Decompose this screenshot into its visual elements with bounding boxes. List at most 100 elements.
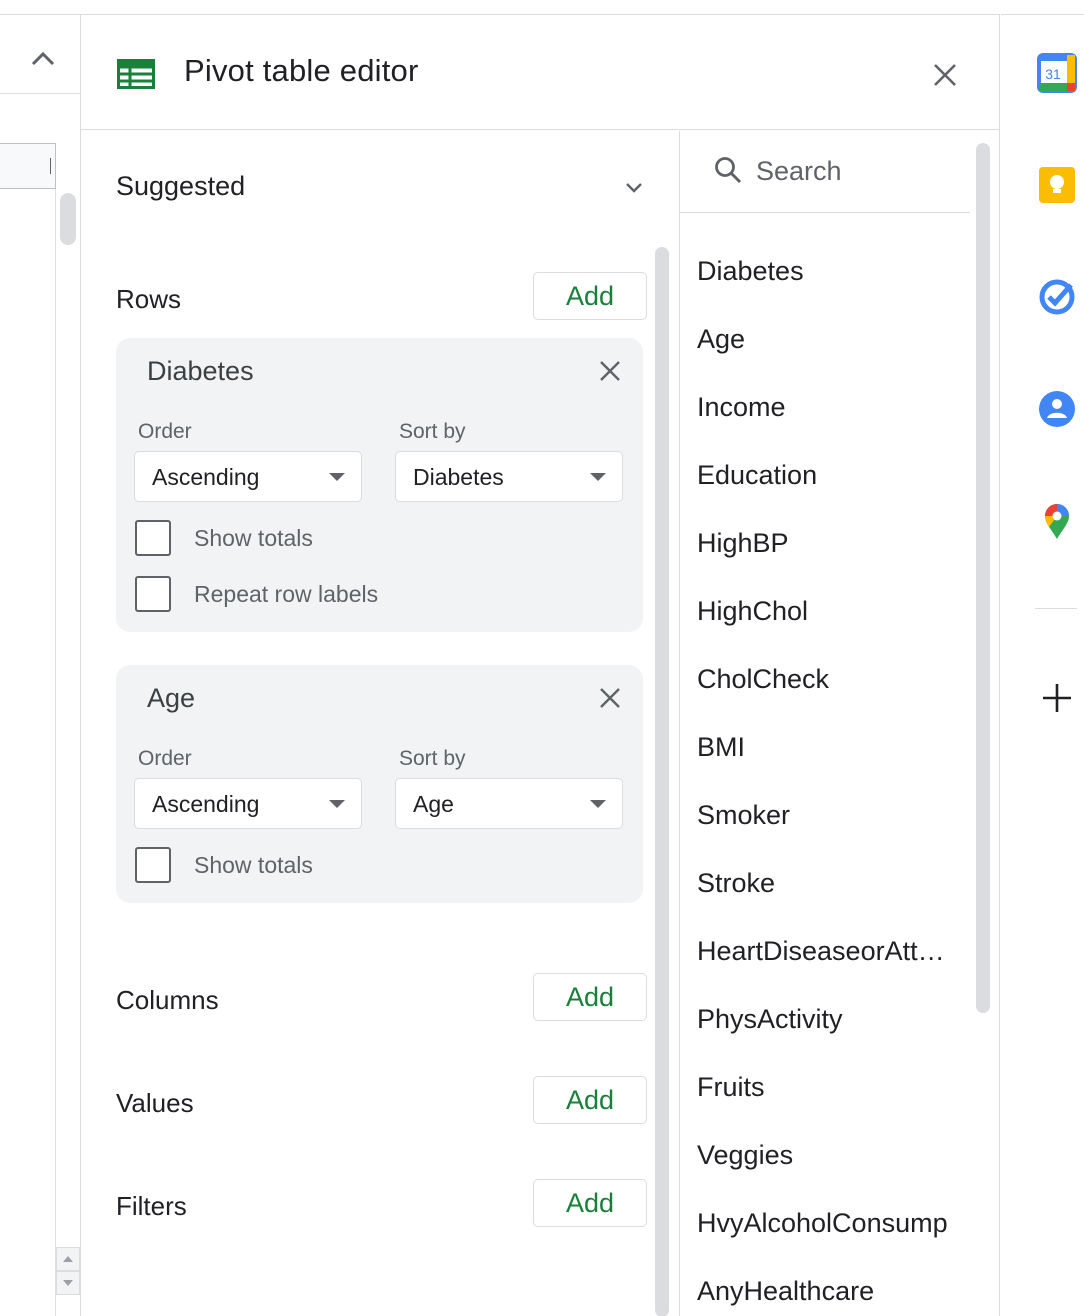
repeat-row-labels-checkbox[interactable] <box>135 576 171 612</box>
row-field-title: Diabetes <box>147 356 254 386</box>
order-select[interactable]: Ascending <box>134 778 362 829</box>
show-totals-checkbox[interactable] <box>135 847 171 883</box>
config-scrollbar[interactable] <box>655 247 669 1316</box>
field-item[interactable]: BMI <box>697 717 959 777</box>
field-item[interactable]: Smoker <box>697 785 959 845</box>
show-totals-label: Show totals <box>194 852 313 878</box>
field-item[interactable]: PhysActivity <box>697 989 959 1049</box>
field-item[interactable]: CholCheck <box>697 649 959 709</box>
sheets-table-icon <box>117 59 155 89</box>
field-item[interactable]: AnyHealthcare <box>697 1261 959 1316</box>
close-editor-button[interactable] <box>929 59 961 91</box>
sortby-select[interactable]: Diabetes <box>395 451 623 502</box>
column-header[interactable] <box>0 143 56 189</box>
rows-section: Rows Add <box>116 272 647 322</box>
order-value: Ascending <box>152 464 260 490</box>
show-totals-label: Show totals <box>194 525 313 551</box>
repeat-row-labels-label: Repeat row labels <box>194 581 379 607</box>
rows-label: Rows <box>116 284 182 314</box>
row-field-card-age: Age Order Sort by Ascending Age Show tot… <box>116 665 643 903</box>
arrow-down-icon <box>63 1280 73 1286</box>
sortby-select[interactable]: Age <box>395 778 623 829</box>
show-totals-checkbox[interactable] <box>135 520 171 556</box>
show-totals-option[interactable]: Show totals <box>135 520 615 558</box>
repeat-row-labels-option[interactable]: Repeat row labels <box>135 576 615 614</box>
plus-icon <box>1043 684 1071 712</box>
dropdown-arrow-icon <box>329 800 345 808</box>
show-totals-option[interactable]: Show totals <box>135 847 615 885</box>
dropdown-arrow-icon <box>329 473 345 481</box>
tasks-app-button[interactable] <box>1037 277 1077 317</box>
toolbar-divider <box>0 93 80 94</box>
columns-section: Columns Add <box>116 973 647 1023</box>
values-label: Values <box>116 1088 194 1118</box>
field-item[interactable]: Diabetes <box>697 241 959 301</box>
field-search-input[interactable] <box>756 151 956 191</box>
field-search <box>680 131 970 213</box>
editor-header: Pivot table editor <box>81 15 999 130</box>
field-item[interactable]: Fruits <box>697 1057 959 1117</box>
sortby-value: Diabetes <box>413 464 504 490</box>
order-label: Order <box>138 747 192 770</box>
field-item[interactable]: HvyAlcoholConsump <box>697 1193 959 1253</box>
add-row-button[interactable]: Add <box>533 272 647 320</box>
editor-config-pane: Suggested Rows Add Diabetes Order Sort b… <box>81 131 679 1316</box>
close-icon <box>934 64 956 86</box>
calendar-icon: 31 <box>1037 53 1077 93</box>
side-panel-rail: 31 <box>1001 14 1084 1316</box>
order-select[interactable]: Ascending <box>134 451 362 502</box>
row-field-card-diabetes: Diabetes Order Sort by Ascending Diabete… <box>116 338 643 632</box>
collapse-toolbar-button[interactable] <box>28 43 58 73</box>
calendar-app-button[interactable]: 31 <box>1037 53 1077 93</box>
field-item[interactable]: HighChol <box>697 581 959 641</box>
scroll-up-button[interactable] <box>56 1247 80 1271</box>
tasks-icon <box>1039 279 1075 315</box>
keep-app-button[interactable] <box>1037 165 1077 205</box>
fields-scrollbar[interactable] <box>976 143 990 1013</box>
fields-pane: Diabetes Age Income Education HighBP Hig… <box>680 131 999 1316</box>
sheet-scrollbar-track[interactable] <box>56 189 80 1316</box>
row-field-title: Age <box>147 683 196 713</box>
search-icon <box>715 157 742 184</box>
field-item[interactable]: Stroke <box>697 853 959 913</box>
values-section: Values Add <box>116 1076 647 1126</box>
add-column-button[interactable]: Add <box>533 973 647 1021</box>
suggested-label: Suggested <box>116 171 246 201</box>
close-icon <box>600 361 620 381</box>
dropdown-arrow-icon <box>590 473 606 481</box>
close-icon <box>600 688 620 708</box>
field-item[interactable]: Education <box>697 445 959 505</box>
suggested-toggle[interactable]: Suggested <box>116 171 646 211</box>
keep-icon <box>1039 167 1075 203</box>
sheet-scrollbar-thumb[interactable] <box>60 193 76 245</box>
contacts-app-button[interactable] <box>1037 389 1077 429</box>
dropdown-arrow-icon <box>590 800 606 808</box>
editor-title: Pivot table editor <box>184 53 419 88</box>
scroll-down-button[interactable] <box>56 1271 80 1295</box>
field-item[interactable]: Age <box>697 309 959 369</box>
maps-app-button[interactable] <box>1037 501 1077 541</box>
filters-section: Filters Add <box>116 1179 647 1229</box>
chevron-up-icon <box>31 51 55 66</box>
field-item[interactable]: Income <box>697 377 959 437</box>
column-resize-handle[interactable] <box>50 158 51 174</box>
remove-row-field-button[interactable] <box>595 683 625 713</box>
sortby-label: Sort by <box>399 747 466 770</box>
remove-row-field-button[interactable] <box>595 356 625 386</box>
field-item[interactable]: HeartDiseaseorAttack <box>697 921 959 981</box>
get-addons-button[interactable] <box>1041 682 1073 714</box>
order-label: Order <box>138 420 192 443</box>
maps-icon <box>1045 504 1069 539</box>
order-value: Ascending <box>152 791 260 817</box>
sortby-label: Sort by <box>399 420 466 443</box>
rail-divider <box>1035 608 1077 609</box>
field-item[interactable]: HighBP <box>697 513 959 573</box>
contacts-icon <box>1039 391 1075 427</box>
sortby-value: Age <box>413 791 454 817</box>
add-value-button[interactable]: Add <box>533 1076 647 1124</box>
add-filter-button[interactable]: Add <box>533 1179 647 1227</box>
spreadsheet-edge <box>0 14 80 1316</box>
field-item[interactable]: Veggies <box>697 1125 959 1185</box>
pivot-table-editor: Pivot table editor Suggested Rows Add Di… <box>80 14 1000 1316</box>
columns-label: Columns <box>116 985 219 1015</box>
